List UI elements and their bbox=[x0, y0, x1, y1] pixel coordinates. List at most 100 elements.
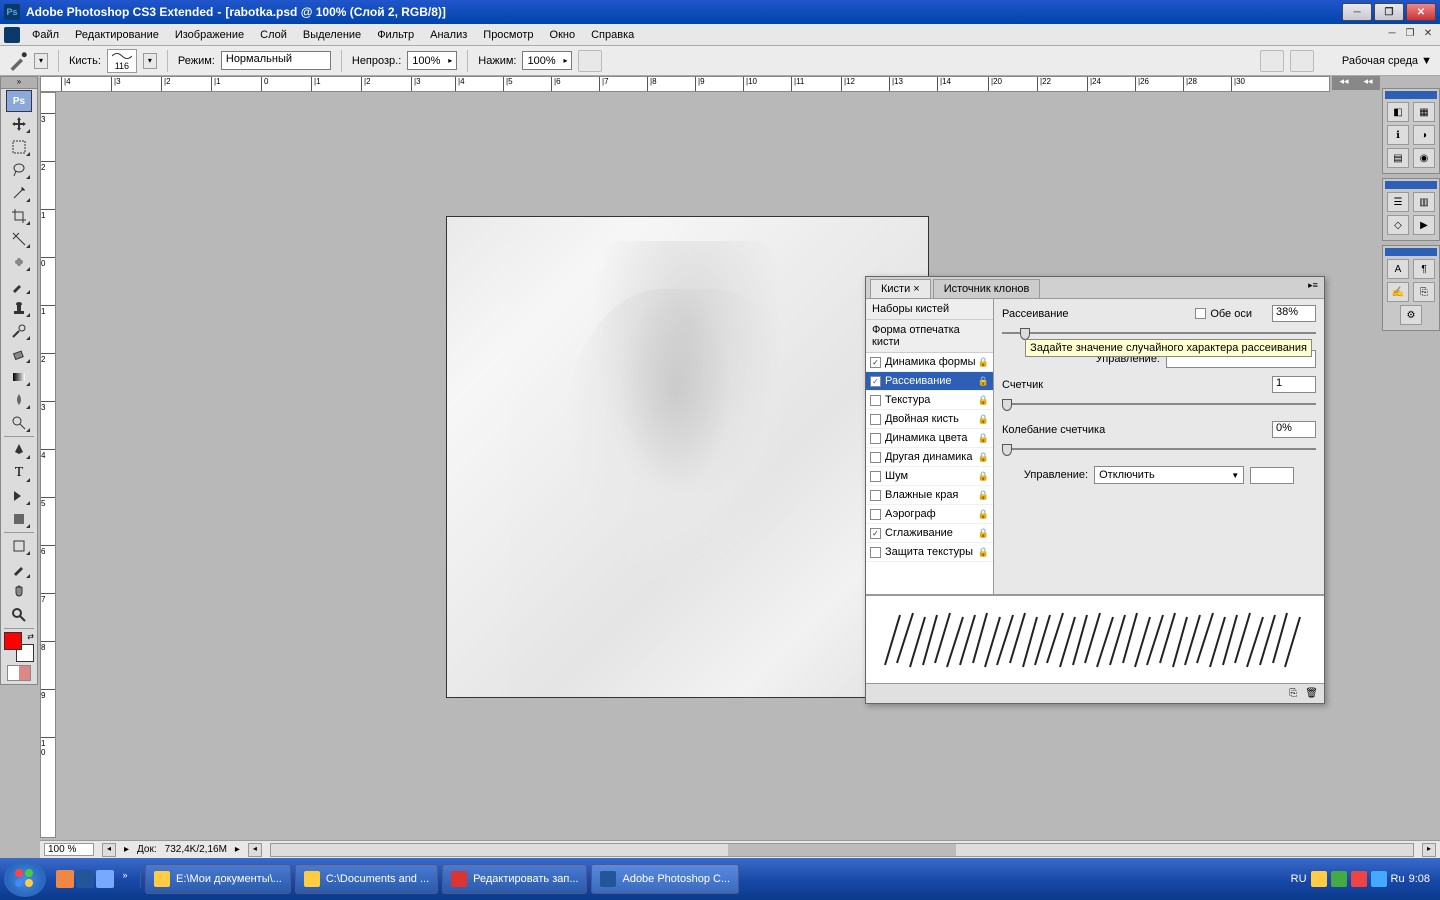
dodge-tool[interactable] bbox=[6, 412, 32, 434]
menu-analyze[interactable]: Анализ bbox=[422, 29, 475, 41]
control2-select[interactable]: Отключить▼ bbox=[1094, 466, 1244, 484]
brush-preview[interactable]: 116 bbox=[107, 49, 137, 73]
taskbar-item-2[interactable]: Редактировать зап... bbox=[442, 864, 587, 894]
tray-icon-1[interactable] bbox=[1311, 871, 1327, 887]
zoom-tool[interactable] bbox=[6, 604, 32, 626]
taskbar-item-3[interactable]: Adobe Photoshop C... bbox=[591, 864, 739, 894]
menu-image[interactable]: Изображение bbox=[167, 29, 252, 41]
history-brush-tool[interactable] bbox=[6, 320, 32, 342]
brush-attr-row-9[interactable]: ✓Сглаживание🔒 bbox=[866, 524, 993, 543]
clone-panel-icon[interactable]: ⎘ bbox=[1413, 282, 1435, 302]
brush-attr-row-8[interactable]: Аэрограф🔒 bbox=[866, 505, 993, 524]
brush-attr-checkbox[interactable] bbox=[870, 414, 881, 425]
workspace-dropdown[interactable]: Рабочая среда ▼ bbox=[1342, 55, 1432, 67]
hand-tool[interactable] bbox=[6, 581, 32, 603]
menu-layer[interactable]: Слой bbox=[252, 29, 295, 41]
brush-attr-checkbox[interactable] bbox=[870, 452, 881, 463]
brush-attr-row-7[interactable]: Влажные края🔒 bbox=[866, 486, 993, 505]
brush-attr-checkbox[interactable] bbox=[870, 509, 881, 520]
path-tool[interactable] bbox=[6, 485, 32, 507]
scroll-left-btn[interactable]: ◂ bbox=[102, 843, 116, 857]
document-canvas[interactable] bbox=[446, 216, 929, 698]
lasso-tool[interactable] bbox=[6, 159, 32, 181]
new-preset-icon[interactable]: ⎘ bbox=[1289, 688, 1297, 699]
color-swatches[interactable]: ⇄ bbox=[4, 632, 34, 662]
tray-icon-3[interactable] bbox=[1351, 871, 1367, 887]
tab-clone-source[interactable]: Источник клонов bbox=[933, 279, 1041, 298]
layers-icon[interactable]: ☰ bbox=[1387, 192, 1409, 212]
lock-icon[interactable]: 🔒 bbox=[978, 547, 989, 558]
paths-icon[interactable]: ◇ bbox=[1387, 215, 1409, 235]
palette-icon-1[interactable] bbox=[1260, 50, 1284, 72]
airbrush-toggle[interactable] bbox=[578, 50, 602, 72]
brush-attr-checkbox[interactable] bbox=[870, 471, 881, 482]
menu-window[interactable]: Окно bbox=[542, 29, 584, 41]
taskbar-item-0[interactable]: E:\Мои документы\... bbox=[145, 864, 291, 894]
ql-icon-3[interactable] bbox=[96, 870, 114, 888]
menu-filter[interactable]: Фильтр bbox=[369, 29, 422, 41]
lock-icon[interactable]: 🔒 bbox=[978, 357, 989, 368]
flow-field[interactable]: 100%▸ bbox=[522, 51, 572, 70]
brush-attr-row-4[interactable]: Динамика цвета🔒 bbox=[866, 429, 993, 448]
color-icon[interactable]: ◑ bbox=[1413, 125, 1435, 145]
horizontal-scrollbar[interactable] bbox=[270, 843, 1414, 857]
brush-attr-checkbox[interactable] bbox=[870, 395, 881, 406]
wand-tool[interactable] bbox=[6, 182, 32, 204]
lock-icon[interactable]: 🔒 bbox=[978, 509, 989, 520]
pen-tool[interactable] bbox=[6, 439, 32, 461]
foreground-color[interactable] bbox=[4, 632, 22, 650]
eraser-tool[interactable] bbox=[6, 343, 32, 365]
quickmask-toggle[interactable] bbox=[7, 665, 31, 681]
lock-icon[interactable]: 🔒 bbox=[978, 452, 989, 463]
shape-tool[interactable] bbox=[6, 508, 32, 530]
channels-icon[interactable]: ▥ bbox=[1413, 192, 1435, 212]
brush-attr-checkbox[interactable]: ✓ bbox=[870, 528, 881, 539]
menu-select[interactable]: Выделение bbox=[295, 29, 369, 41]
palette-icon-2[interactable] bbox=[1290, 50, 1314, 72]
navigator-icon[interactable]: ◧ bbox=[1387, 102, 1409, 122]
scatter-value[interactable]: 38% bbox=[1272, 305, 1316, 322]
brush-tool[interactable] bbox=[6, 274, 32, 296]
brush-attr-checkbox[interactable] bbox=[870, 433, 881, 444]
brush-attr-checkbox[interactable] bbox=[870, 547, 881, 558]
brush-panel-icon[interactable]: ✍ bbox=[1387, 282, 1409, 302]
swatches-icon[interactable]: ▤ bbox=[1387, 148, 1409, 168]
menu-file[interactable]: Файл bbox=[24, 29, 67, 41]
toolbox-handle[interactable]: » bbox=[1, 77, 37, 89]
type-tool[interactable]: T bbox=[6, 462, 32, 484]
brush-tool-icon[interactable] bbox=[8, 51, 28, 71]
brush-attr-row-6[interactable]: Шум🔒 bbox=[866, 467, 993, 486]
lock-icon[interactable]: 🔒 bbox=[978, 433, 989, 444]
brush-dropdown[interactable]: ▾ bbox=[143, 53, 157, 69]
brush-attr-row-5[interactable]: Другая динамика🔒 bbox=[866, 448, 993, 467]
slice-tool[interactable] bbox=[6, 228, 32, 250]
brush-attr-checkbox[interactable]: ✓ bbox=[870, 357, 881, 368]
brush-attr-checkbox[interactable] bbox=[870, 490, 881, 501]
doc-close[interactable]: ✕ bbox=[1420, 26, 1436, 40]
both-axes-checkbox[interactable] bbox=[1195, 308, 1206, 319]
scatter-slider[interactable] bbox=[1002, 326, 1316, 340]
count-slider[interactable] bbox=[1002, 397, 1316, 411]
trash-icon[interactable]: 🗑 bbox=[1305, 688, 1318, 699]
menu-help[interactable]: Справка bbox=[583, 29, 642, 41]
control2-extra[interactable] bbox=[1250, 467, 1294, 484]
ql-icon-2[interactable] bbox=[76, 870, 94, 888]
zoom-field[interactable]: 100 % bbox=[44, 843, 94, 856]
count-value[interactable]: 1 bbox=[1272, 376, 1316, 393]
ql-icon-4[interactable]: » bbox=[116, 870, 134, 888]
brush-attr-checkbox[interactable]: ✓ bbox=[870, 376, 881, 387]
actions-icon[interactable]: ▶ bbox=[1413, 215, 1435, 235]
tray-icon-2[interactable] bbox=[1331, 871, 1347, 887]
stamp-tool[interactable] bbox=[6, 297, 32, 319]
heal-tool[interactable] bbox=[6, 251, 32, 273]
doc-minimize[interactable]: ─ bbox=[1384, 26, 1400, 40]
count-jitter-slider[interactable] bbox=[1002, 442, 1316, 456]
paragraph-icon[interactable]: ¶ bbox=[1413, 259, 1435, 279]
tool-preset-dropdown[interactable]: ▾ bbox=[34, 53, 48, 69]
maximize-button[interactable]: ❐ bbox=[1374, 3, 1404, 21]
move-tool[interactable] bbox=[6, 113, 32, 135]
start-button[interactable] bbox=[4, 861, 46, 897]
marquee-tool[interactable] bbox=[6, 136, 32, 158]
lang-indicator[interactable]: RU bbox=[1291, 873, 1307, 885]
panel-menu-icon[interactable]: ▸≡ bbox=[1304, 279, 1322, 291]
